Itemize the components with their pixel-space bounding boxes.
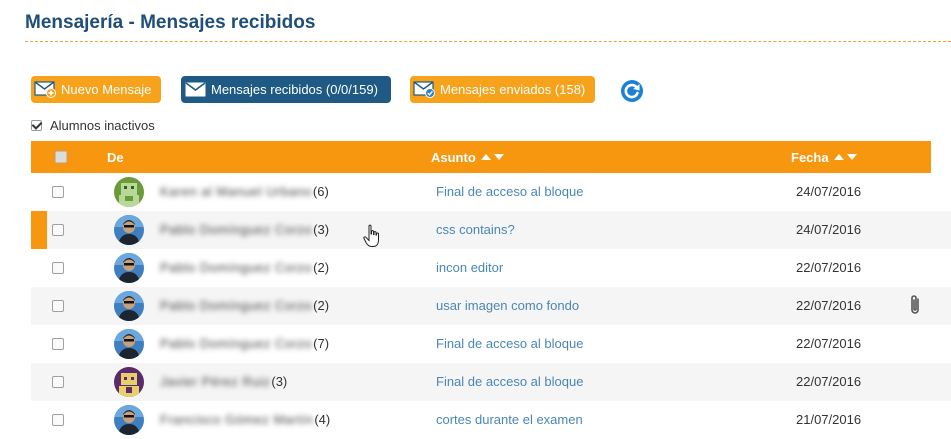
row-checkbox[interactable] xyxy=(52,414,64,426)
row-checkbox[interactable] xyxy=(52,300,64,312)
sender-name: Javier Pérez Ruiz xyxy=(160,374,271,389)
message-subject-link[interactable]: usar imagen como fondo xyxy=(436,298,579,313)
sender: Pablo Domínguez Corzo (3) xyxy=(160,222,329,237)
sender-name: Pablo Domínguez Corzo xyxy=(160,260,313,275)
message-count: (3) xyxy=(313,222,330,237)
sender-name: Pablo Domínguez Corzo xyxy=(160,336,313,351)
received-messages-button[interactable]: Mensajes recibidos (0/0/159) xyxy=(181,76,391,103)
sort-asc-icon[interactable] xyxy=(833,154,844,160)
sender-name: Pablo Domínguez Corzo xyxy=(160,298,313,313)
table-header: De Asunto Fecha xyxy=(31,141,931,173)
paperclip-icon xyxy=(911,295,919,314)
table-row[interactable]: Pablo Domínguez Corzo (2) incon editor 22/0… xyxy=(31,249,951,287)
column-from: De xyxy=(107,141,124,173)
sender-name: Pablo Domínguez Corzo xyxy=(160,222,313,237)
select-all-checkbox[interactable] xyxy=(55,151,67,163)
message-subject-link[interactable]: cortes durante el examen xyxy=(436,412,583,427)
table-row[interactable]: Pablo Domínguez Corzo (3) css contains? 24/… xyxy=(31,211,951,249)
message-subject-link[interactable]: css contains? xyxy=(436,222,515,237)
message-subject-link[interactable]: Final de acceso al bloque xyxy=(436,184,583,199)
message-count: (2) xyxy=(313,298,330,313)
table-row[interactable]: Francisco Gómez Martín (4) cortes durante … xyxy=(31,401,951,439)
row-checkbox[interactable] xyxy=(52,186,64,198)
avatar xyxy=(114,405,144,435)
avatar xyxy=(114,367,144,397)
title-divider xyxy=(25,41,951,42)
table-row[interactable]: Karen al Manuel Urbano (6) Final de acceso… xyxy=(31,173,951,211)
sent-messages-label: Mensajes enviados (158) xyxy=(440,82,586,97)
new-message-button[interactable]: Nuevo Mensaje xyxy=(31,76,161,103)
hand-cursor-icon xyxy=(363,224,379,247)
column-from-label: De xyxy=(107,149,124,165)
message-count: (3) xyxy=(271,374,288,389)
received-messages-label: Mensajes recibidos (0/0/159) xyxy=(211,82,378,97)
message-subject-link[interactable]: incon editor xyxy=(436,260,503,275)
message-subject-link[interactable]: Final de acceso al bloque xyxy=(436,336,583,351)
inbox-envelope-icon xyxy=(184,81,207,98)
avatar xyxy=(114,253,144,283)
select-all-cell xyxy=(55,141,67,173)
sent-messages-button[interactable]: Mensajes enviados (158) xyxy=(410,76,595,103)
message-count: (4) xyxy=(314,412,331,427)
row-checkbox[interactable] xyxy=(52,224,64,236)
avatar xyxy=(114,215,144,245)
sender: Javier Pérez Ruiz (3) xyxy=(160,374,287,389)
sort-desc-icon[interactable] xyxy=(846,154,857,160)
column-date-label: Fecha xyxy=(791,149,829,165)
message-date: 21/07/2016 xyxy=(796,412,862,427)
table-row[interactable]: Pablo Domínguez Corzo (2) usar imagen como… xyxy=(31,287,951,325)
sort-desc-icon[interactable] xyxy=(493,154,504,160)
inactive-students-checkbox[interactable] xyxy=(31,120,42,131)
row-checkbox[interactable] xyxy=(52,338,64,350)
message-date: 22/07/2016 xyxy=(796,374,862,389)
sent-envelope-icon xyxy=(413,81,436,98)
message-date: 24/07/2016 xyxy=(796,184,862,199)
column-subject-label: Asunto xyxy=(431,149,476,165)
inactive-students-label: Alumnos inactivos xyxy=(50,118,155,133)
message-date: 22/07/2016 xyxy=(796,298,862,313)
row-checkbox[interactable] xyxy=(52,262,64,274)
message-subject-link[interactable]: Final de acceso al bloque xyxy=(436,374,583,389)
message-count: (7) xyxy=(313,336,330,351)
row-selected-marker xyxy=(31,211,47,249)
message-date: 24/07/2016 xyxy=(796,222,862,237)
new-message-icon xyxy=(34,81,57,98)
sender: Karen al Manuel Urbano (6) xyxy=(160,184,329,199)
column-date: Fecha xyxy=(791,141,857,173)
message-date: 22/07/2016 xyxy=(796,260,862,275)
message-count: (2) xyxy=(313,260,330,275)
message-count: (6) xyxy=(312,184,329,199)
inactive-students-filter[interactable]: Alumnos inactivos xyxy=(31,118,155,133)
sender-name: Karen al Manuel Urbano xyxy=(160,184,312,199)
sender: Pablo Domínguez Corzo (7) xyxy=(160,336,329,351)
refresh-icon[interactable] xyxy=(620,79,644,103)
table-row[interactable]: Pablo Domínguez Corzo (7) Final de acceso … xyxy=(31,325,951,363)
new-message-label: Nuevo Mensaje xyxy=(61,82,152,97)
avatar xyxy=(114,291,144,321)
sender: Pablo Domínguez Corzo (2) xyxy=(160,298,329,313)
sender-name: Francisco Gómez Martín xyxy=(160,412,314,427)
message-date: 22/07/2016 xyxy=(796,336,862,351)
sender: Pablo Domínguez Corzo (2) xyxy=(160,260,329,275)
avatar xyxy=(114,177,144,207)
page-title: Mensajería - Mensajes recibidos xyxy=(25,12,316,33)
column-subject: Asunto xyxy=(431,141,504,173)
avatar xyxy=(114,329,144,359)
sort-asc-icon[interactable] xyxy=(480,154,491,160)
row-checkbox[interactable] xyxy=(52,376,64,388)
sender: Francisco Gómez Martín (4) xyxy=(160,412,330,427)
table-row[interactable]: Javier Pérez Ruiz (3) Final de acceso al b… xyxy=(31,363,951,401)
